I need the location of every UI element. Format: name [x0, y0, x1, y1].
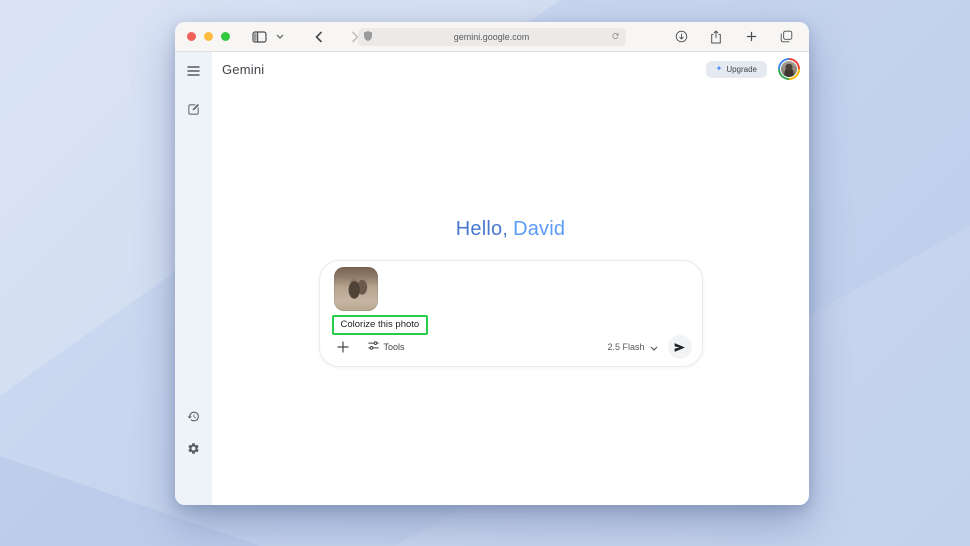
add-attachment-icon[interactable]	[332, 336, 354, 358]
model-label: 2.5 Flash	[607, 342, 644, 352]
chat-content: Hello,David Colorize this photo	[212, 86, 809, 505]
reload-icon[interactable]	[611, 28, 620, 46]
greeting-hello: Hello,	[456, 218, 508, 240]
privacy-shield-icon[interactable]	[364, 28, 372, 46]
window-controls	[187, 32, 230, 41]
sparkle-icon: ✦	[716, 65, 723, 73]
back-button[interactable]	[308, 26, 330, 48]
prompt-input-card[interactable]: Colorize this photo	[319, 260, 703, 367]
new-tab-icon[interactable]	[740, 26, 762, 48]
prompt-toolbar: Tools 2.5 Flash	[328, 335, 694, 359]
menu-icon[interactable]	[183, 60, 205, 82]
upgrade-button[interactable]: ✦ Upgrade	[706, 61, 767, 78]
address-bar[interactable]: gemini.google.com	[358, 28, 626, 46]
prompt-text-highlighted[interactable]: Colorize this photo	[332, 315, 429, 335]
sidebar-toggle-icon[interactable]	[248, 26, 270, 48]
close-window-button[interactable]	[187, 32, 196, 41]
new-chat-icon[interactable]	[183, 98, 205, 120]
tab-overview-icon[interactable]	[775, 26, 797, 48]
avatar-photo	[780, 60, 798, 78]
tools-button[interactable]: Tools	[368, 338, 405, 356]
maximize-window-button[interactable]	[221, 32, 230, 41]
settings-icon[interactable]	[183, 437, 205, 459]
attached-photo-thumbnail[interactable]	[334, 267, 378, 311]
send-button[interactable]	[668, 335, 692, 359]
downloads-icon[interactable]	[670, 26, 692, 48]
browser-window: gemini.google.com	[175, 22, 809, 505]
url-text: gemini.google.com	[454, 32, 530, 42]
account-avatar[interactable]	[778, 58, 800, 80]
chevron-down-icon[interactable]	[274, 26, 286, 48]
browser-titlebar: gemini.google.com	[175, 22, 809, 52]
share-icon[interactable]	[705, 26, 727, 48]
app-header: Gemini ✦ Upgrade	[212, 52, 809, 86]
tools-label: Tools	[384, 342, 405, 352]
upgrade-label: Upgrade	[726, 65, 757, 74]
gemini-app: Gemini ✦ Upgrade Hello,David Colorize	[175, 52, 809, 505]
model-picker[interactable]: 2.5 Flash	[607, 338, 657, 356]
greeting-name: David	[513, 218, 565, 240]
minimize-window-button[interactable]	[204, 32, 213, 41]
app-title: Gemini	[222, 62, 264, 77]
main-area: Gemini ✦ Upgrade Hello,David Colorize	[212, 52, 809, 505]
chevron-down-icon	[650, 338, 658, 356]
tune-icon	[368, 338, 379, 356]
send-icon	[673, 341, 686, 354]
sidebar	[175, 52, 212, 505]
greeting: Hello,David	[212, 218, 809, 241]
history-icon[interactable]	[183, 405, 205, 427]
